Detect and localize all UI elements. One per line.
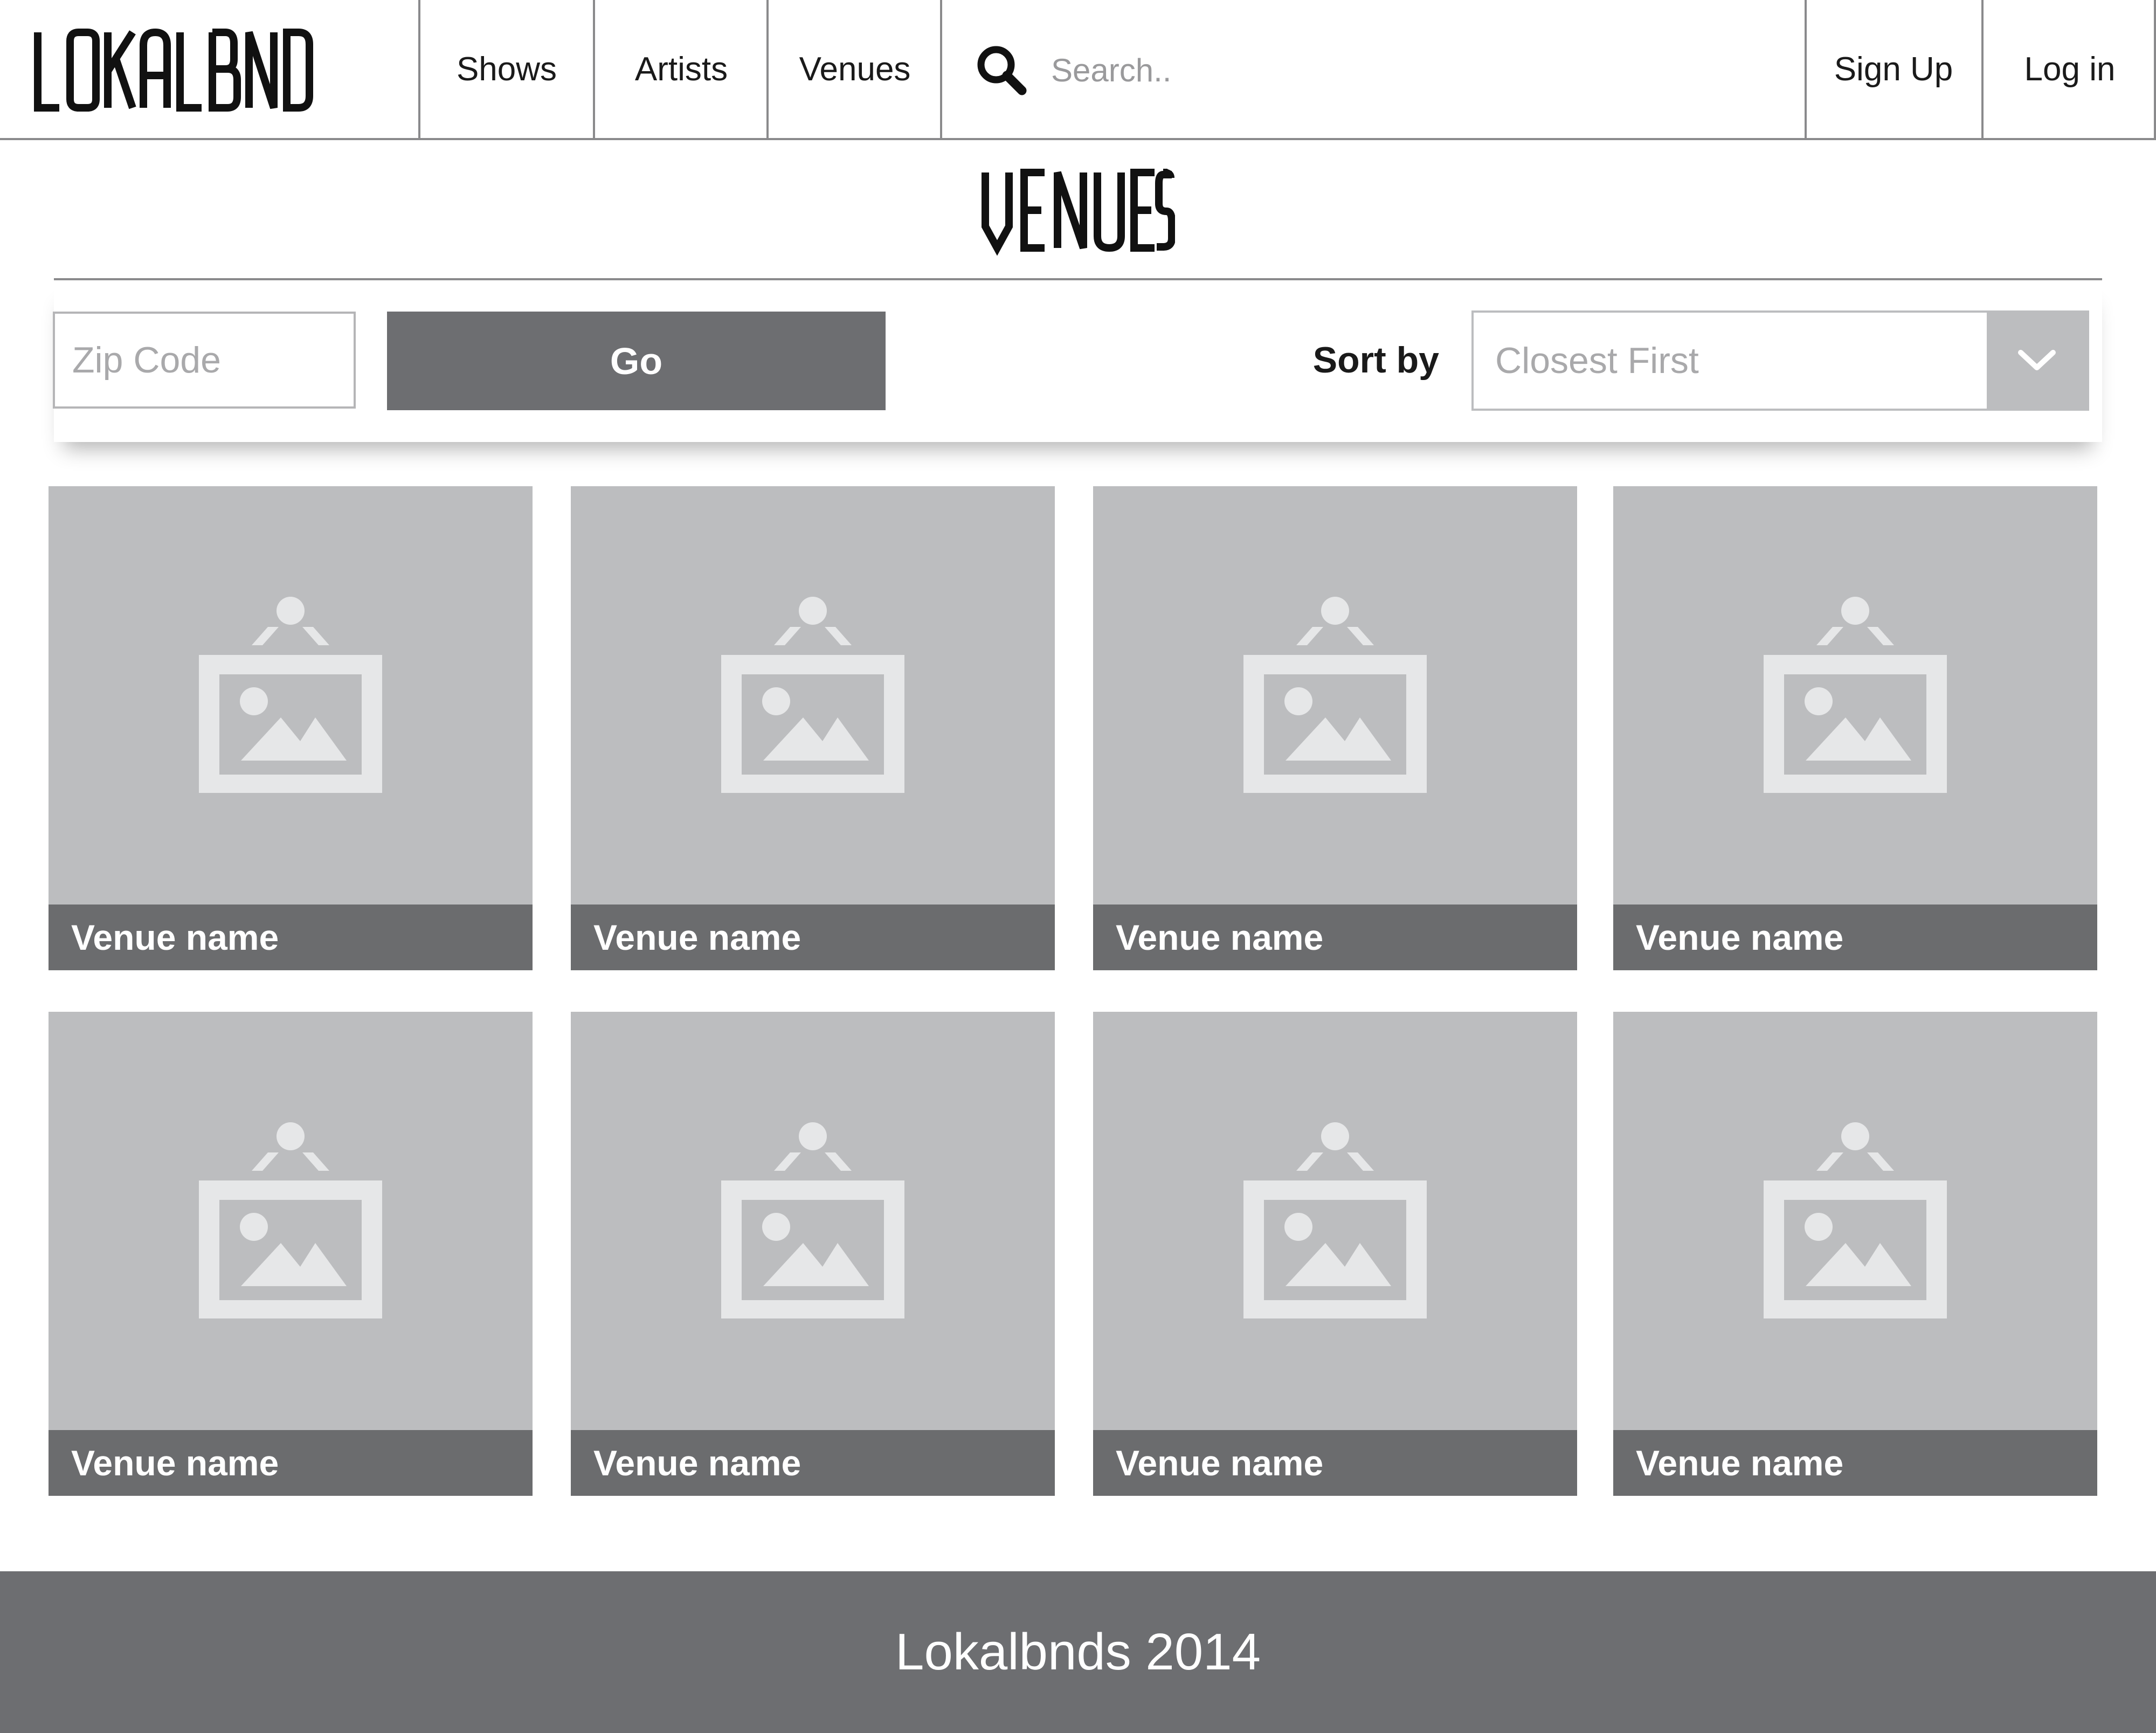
page-title-lettering (982, 169, 1175, 256)
nav-artists[interactable]: Artists (595, 0, 768, 138)
venue-name: Venue name (1613, 905, 2097, 970)
footer-copyright: Lokalbnds 2014 (895, 1623, 1261, 1681)
venue-name: Venue name (571, 1430, 1055, 1496)
image-placeholder-icon (571, 486, 1055, 905)
zip-code-input[interactable] (53, 312, 356, 409)
image-placeholder-icon (1093, 486, 1577, 905)
sign-up-link[interactable]: Sign Up (1807, 0, 1980, 138)
venue-card[interactable]: Venue name (1613, 486, 2097, 970)
venue-name: Venue name (49, 1430, 533, 1496)
venue-card[interactable]: Venue name (49, 486, 533, 970)
page-title (54, 162, 2102, 270)
footer: Lokalbnds 2014 (0, 1571, 2156, 1733)
chevron-down-icon[interactable] (1987, 313, 2087, 409)
nav-shows[interactable]: Shows (420, 0, 593, 138)
search-icon[interactable] (975, 43, 1028, 97)
venue-card[interactable]: Venue name (571, 1012, 1055, 1496)
sort-by-dropdown[interactable]: Closest First (1471, 310, 2089, 411)
venue-name: Venue name (1093, 1430, 1577, 1496)
site-logo[interactable] (32, 22, 323, 119)
venue-card[interactable]: Venue name (1093, 486, 1577, 970)
venue-name: Venue name (1093, 905, 1577, 970)
nav-venues[interactable]: Venues (769, 0, 941, 138)
log-in-link[interactable]: Log in (1984, 0, 2156, 138)
venue-name: Venue name (571, 905, 1055, 970)
top-nav-bar: Shows Artists Venues Sign Up Log in (0, 0, 2156, 140)
sort-by-label: Sort by (1312, 340, 1439, 381)
venue-card[interactable]: Venue name (1093, 1012, 1577, 1496)
venue-card[interactable]: Venue name (571, 486, 1055, 970)
search-input[interactable] (1051, 43, 1779, 97)
logo-wordmark (34, 28, 313, 112)
image-placeholder-icon (49, 486, 533, 905)
venue-name: Venue name (1613, 1430, 2097, 1496)
image-placeholder-icon (49, 1012, 533, 1430)
venue-card[interactable]: Venue name (1613, 1012, 2097, 1496)
image-placeholder-icon (1613, 486, 2097, 905)
image-placeholder-icon (571, 1012, 1055, 1430)
go-button[interactable]: Go (387, 312, 886, 410)
venue-card[interactable]: Venue name (49, 1012, 533, 1496)
venue-name: Venue name (49, 905, 533, 970)
nav-divider (2154, 0, 2156, 138)
image-placeholder-icon (1093, 1012, 1577, 1430)
nav-divider (940, 0, 942, 138)
image-placeholder-icon (1613, 1012, 2097, 1430)
sort-selected-value: Closest First (1495, 340, 1699, 381)
